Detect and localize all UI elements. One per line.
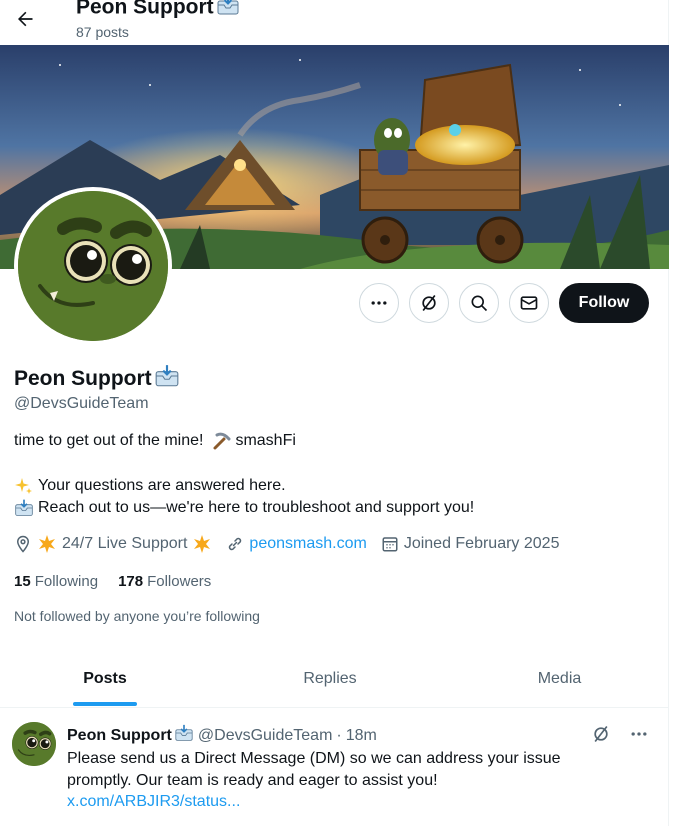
profile-avatar[interactable] <box>14 187 172 345</box>
tab-replies-label: Replies <box>303 669 357 687</box>
post-avatar[interactable] <box>12 722 56 766</box>
bio-line-2-text: Your questions are answered here. <box>38 477 286 494</box>
profile-name-row: Peon Support <box>14 364 180 393</box>
followers-link[interactable]: 178 Followers <box>118 573 211 590</box>
bio-line-1: time to get out of the mine! smashFi <box>14 430 474 452</box>
profile-header-bar: Peon Support 87 posts <box>0 0 669 44</box>
website-item: peonsmash.com <box>226 535 367 553</box>
followed-by-text: Not followed by anyone you’re following <box>14 608 260 624</box>
inbox-tray-icon <box>174 724 194 747</box>
bio-line-1-suffix: smashFi <box>235 432 296 449</box>
website-link[interactable]: peonsmash.com <box>249 535 366 553</box>
inbox-tray-icon <box>154 364 180 393</box>
location-item: 24/7 Live Support <box>14 534 212 554</box>
bio-line-3: Reach out to us—we're here to troublesho… <box>14 497 474 519</box>
location-pin-icon <box>16 535 30 553</box>
link-icon <box>229 537 242 551</box>
grok-button[interactable] <box>409 283 449 323</box>
profile-handle: @DevsGuideTeam <box>14 395 149 412</box>
message-icon <box>520 296 538 310</box>
profile-tabs: Posts Replies Media <box>0 651 669 708</box>
message-button[interactable] <box>509 283 549 323</box>
post-author-name[interactable]: Peon Support <box>67 727 172 745</box>
post-text: Please send us a Direct Message (DM) so … <box>67 750 561 789</box>
back-button[interactable] <box>8 2 42 36</box>
bio-line-1-text: time to get out of the mine! <box>14 432 204 449</box>
profile-page: Peon Support 87 posts Follow Peon Suppor… <box>0 0 669 826</box>
calendar-icon <box>382 537 398 552</box>
inbox-tray-icon <box>216 0 240 22</box>
star-icon <box>192 534 212 554</box>
profile-actions: Follow <box>359 283 649 323</box>
search-profile-button[interactable] <box>459 283 499 323</box>
more-icon <box>631 732 647 736</box>
active-tab-indicator <box>73 702 137 706</box>
arrow-left-icon <box>18 11 33 27</box>
post-separator: · <box>336 726 342 744</box>
follow-counts: 15 Following 178 Followers <box>14 573 211 590</box>
following-label: Following <box>34 573 99 590</box>
star-icon <box>37 534 57 554</box>
pickaxe-icon <box>211 431 231 451</box>
post-time[interactable]: 18m <box>346 727 377 745</box>
bio-line-2: Your questions are answered here. <box>14 475 474 497</box>
post-item[interactable]: Peon Support @DevsGuideTeam · 18m Please… <box>0 708 669 826</box>
more-icon <box>371 301 387 305</box>
profile-meta: 24/7 Live Support peonsmash.com Joined F… <box>14 534 573 554</box>
bio-line-3-text: Reach out to us—we're here to troublesho… <box>38 499 475 516</box>
goblin-avatar-image <box>18 191 168 341</box>
post-link[interactable]: x.com/ARBJIR3/status... <box>67 793 240 811</box>
post-actions <box>591 724 649 744</box>
joined-text: Joined February 2025 <box>403 535 560 552</box>
post-header: Peon Support @DevsGuideTeam · 18m <box>67 724 377 747</box>
followers-label: Followers <box>147 573 212 590</box>
sparkles-icon <box>14 476 34 496</box>
tab-media[interactable]: Media <box>450 651 669 706</box>
tab-posts[interactable]: Posts <box>0 651 210 706</box>
joined-item: Joined February 2025 <box>381 535 560 553</box>
more-button[interactable] <box>359 283 399 323</box>
header-title: Peon Support <box>76 0 240 22</box>
followers-count: 178 <box>118 573 144 590</box>
grok-icon <box>422 294 436 312</box>
tab-posts-label: Posts <box>83 669 127 687</box>
tab-media-label: Media <box>537 669 582 687</box>
location-text: 24/7 Live Support <box>62 535 188 552</box>
header-title-text: Peon Support <box>76 0 214 19</box>
post-count: 87 posts <box>76 24 129 40</box>
profile-name: Peon Support <box>14 366 152 390</box>
following-count: 15 <box>14 573 31 590</box>
post-author-handle[interactable]: @DevsGuideTeam <box>198 727 333 745</box>
following-link[interactable]: 15 Following <box>14 573 98 590</box>
post-more-button[interactable] <box>629 724 649 744</box>
search-icon <box>471 295 488 312</box>
inbox-tray-icon <box>14 498 34 518</box>
grok-icon <box>594 725 608 743</box>
tab-replies[interactable]: Replies <box>210 651 450 706</box>
follow-button[interactable]: Follow <box>559 283 649 323</box>
grok-post-button[interactable] <box>591 724 611 744</box>
profile-bio: time to get out of the mine! smashFi You… <box>14 430 474 519</box>
